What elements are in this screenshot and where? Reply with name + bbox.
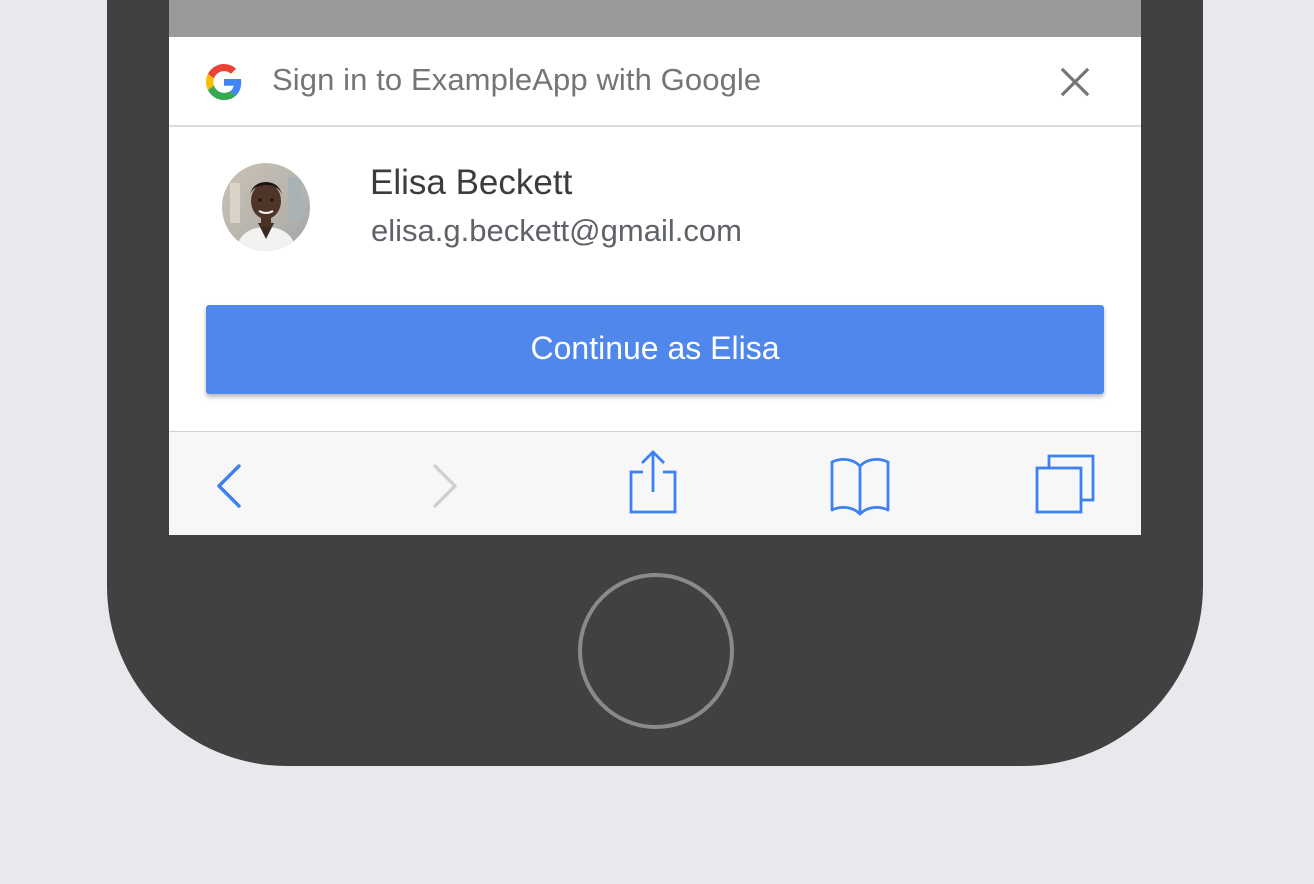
phone-screen: Sign in to ExampleApp with Google Elisa … — [169, 0, 1141, 535]
share-icon[interactable] — [625, 448, 681, 518]
home-button[interactable] — [578, 573, 734, 729]
avatar — [222, 163, 310, 251]
account-name: Elisa Beckett — [370, 163, 573, 202]
dimmed-page-content — [169, 0, 1141, 37]
tabs-icon[interactable] — [1033, 452, 1097, 516]
continue-button[interactable]: Continue as Elisa — [206, 305, 1104, 394]
sign-in-sheet-header: Sign in to ExampleApp with Google — [169, 37, 1141, 127]
sign-in-title: Sign in to ExampleApp with Google — [272, 62, 762, 97]
chevron-right-icon — [433, 464, 457, 508]
google-logo-icon — [206, 64, 242, 100]
browser-toolbar — [169, 431, 1141, 535]
chevron-left-icon[interactable] — [209, 460, 249, 512]
account-row[interactable]: Elisa Beckett elisa.g.beckett@gmail.com — [169, 127, 1141, 277]
close-icon[interactable] — [1055, 62, 1095, 102]
account-email: elisa.g.beckett@gmail.com — [371, 213, 742, 248]
book-icon[interactable] — [828, 454, 892, 516]
